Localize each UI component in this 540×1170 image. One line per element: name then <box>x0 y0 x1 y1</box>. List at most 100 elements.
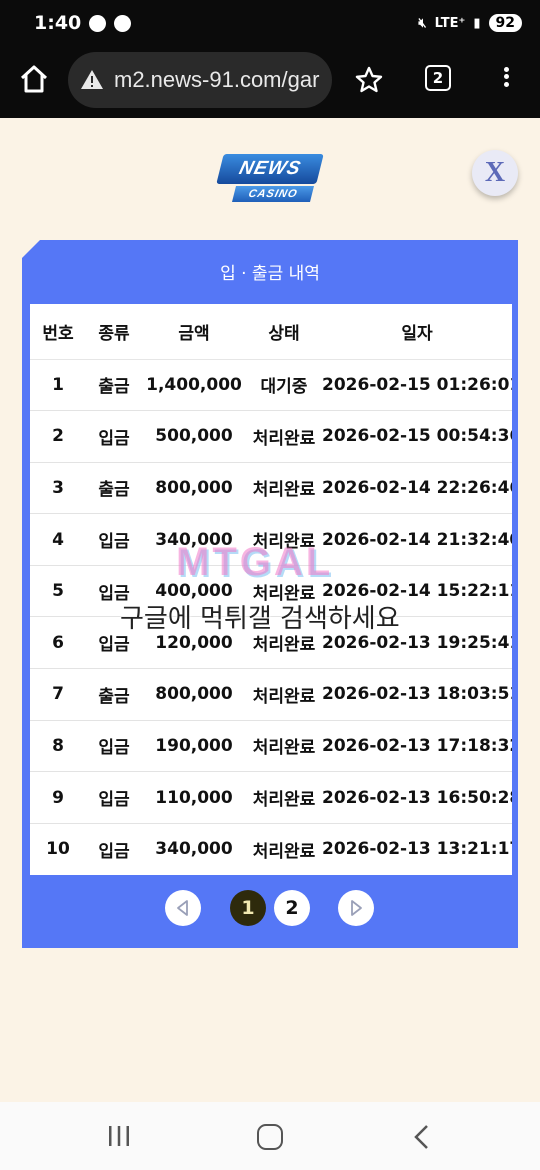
chevron-left-icon <box>177 900 188 916</box>
table-row: 6 입금 120,000 처리완료 2026-02-13 19:25:41 <box>30 616 512 670</box>
table-row: 3 출금 800,000 처리완료 2026-02-14 22:26:46 <box>30 462 512 515</box>
cell-type: 출금 <box>86 668 142 721</box>
cell-amount: 120,000 <box>142 616 246 670</box>
cell-status: 처리완료 <box>246 668 322 721</box>
cell-status: 처리완료 <box>246 410 322 463</box>
cell-number: 7 <box>30 668 86 721</box>
cell-type: 입금 <box>86 771 142 824</box>
cell-status: 처리완료 <box>252 841 316 862</box>
cell-number: 5 <box>30 565 86 618</box>
cell-amount: 500,000 <box>142 410 246 463</box>
status-time: 1:40 <box>34 12 82 34</box>
battery-level: 92 <box>488 14 522 32</box>
cell-amount: 800,000 <box>142 668 246 721</box>
system-nav-bar <box>0 1102 540 1170</box>
transaction-table-container: 번호 종류 금액 상태 일자 1 출금 1,400,000 대기중 2026-02-15… <box>30 304 512 875</box>
cell-date: 2026-02-14 22:26:46 <box>322 462 512 515</box>
column-header-date: 일자 <box>322 304 512 360</box>
cell-amount: 340,000 <box>142 513 246 566</box>
cell-type: 입금 <box>86 513 142 566</box>
next-page-button[interactable] <box>338 890 374 926</box>
mute-icon: 🔇︎ <box>418 15 427 31</box>
cell-type: 입금 <box>86 565 142 618</box>
pagination: 1 2 <box>22 890 518 930</box>
cell-date: 2026-02-13 16:50:28 <box>322 771 512 824</box>
cell-status: 처리완료 <box>246 462 322 515</box>
cell-date: 2026-02-14 15:22:11 <box>322 565 512 618</box>
table-row: 4 입금 340,000 처리완료 2026-02-14 21:32:40 <box>30 513 512 566</box>
cell-type: 입금 <box>98 841 130 862</box>
cell-date: 2026-02-13 17:18:32 <box>322 720 512 773</box>
cell-amount: 1,400,000 <box>142 359 246 412</box>
cell-number: 6 <box>30 616 86 670</box>
cell-date: 2026-02-14 21:32:40 <box>322 513 512 566</box>
cell-number: 2 <box>30 410 86 463</box>
close-button[interactable]: X <box>472 150 518 196</box>
cell-number: 10 <box>46 839 70 860</box>
column-header-amount: 금액 <box>142 304 246 360</box>
facebook-icon <box>89 14 107 32</box>
table-row: 10 입금 340,000 처리완료 2026-02-13 13:21:17 <box>30 823 512 875</box>
status-bar: 1:40 🔇︎ LTE⁺ ▮ 92 <box>0 0 540 46</box>
cell-amount: 110,000 <box>142 771 246 824</box>
cell-number: 1 <box>30 359 86 412</box>
table-row: 9 입금 110,000 처리완료 2026-02-13 16:50:28 <box>30 771 512 824</box>
table-row: 1 출금 1,400,000 대기중 2026-02-15 01:26:01 <box>30 359 512 412</box>
table-header-row: 번호 종류 금액 상태 일자 <box>30 304 512 360</box>
logo-line1: NEWS <box>216 154 324 184</box>
browser-toolbar: m2.news-91.com/gar 2 <box>0 46 540 118</box>
page-2-button[interactable]: 2 <box>274 890 310 926</box>
cell-number: 3 <box>30 462 86 515</box>
cell-date: 2026-02-13 19:25:41 <box>322 616 512 670</box>
cell-number: 8 <box>30 720 86 773</box>
signal-icon: ▮ <box>473 15 481 31</box>
network-type: LTE⁺ <box>434 15 466 31</box>
cell-status: 처리완료 <box>246 616 322 670</box>
bookmark-star-icon[interactable] <box>355 66 383 94</box>
cell-type: 입금 <box>86 410 142 463</box>
home-icon[interactable] <box>18 63 50 95</box>
status-indicators: 🔇︎ LTE⁺ ▮ 92 <box>418 14 522 32</box>
home-nav-icon[interactable] <box>257 1124 283 1150</box>
cell-status: 대기중 <box>246 359 322 412</box>
tab-switcher-button[interactable]: 2 <box>425 65 451 91</box>
prev-page-button[interactable] <box>165 890 201 926</box>
cell-number: 9 <box>30 771 86 824</box>
cell-type: 입금 <box>86 616 142 670</box>
transaction-history-panel: 입 · 출금 내역 번호 종류 금액 상태 일자 1 출금 1,400,000 대기중… <box>22 240 518 948</box>
cell-date: 2026-02-15 00:54:36 <box>322 410 512 463</box>
chevron-right-icon <box>351 900 362 916</box>
column-header-status: 상태 <box>246 304 322 360</box>
table-row: 2 입금 500,000 처리완료 2026-02-15 00:54:36 <box>30 410 512 463</box>
column-header-number: 번호 <box>30 304 86 360</box>
back-icon[interactable] <box>410 1124 434 1150</box>
cell-date: 2026-02-15 01:26:01 <box>322 359 512 412</box>
warning-icon[interactable] <box>80 68 104 92</box>
cell-status: 처리완료 <box>246 565 322 618</box>
cell-amount: 190,000 <box>142 720 246 773</box>
cell-status: 처리완료 <box>246 771 322 824</box>
cell-type: 입금 <box>86 720 142 773</box>
cell-number: 4 <box>30 513 86 566</box>
more-menu-icon[interactable] <box>498 64 514 96</box>
column-header-type: 종류 <box>86 304 142 360</box>
logo-line2: CASINO <box>232 186 314 202</box>
cell-type: 출금 <box>86 462 142 515</box>
cell-date: 2026-02-13 13:21:17 <box>322 839 512 860</box>
messenger-icon <box>114 14 132 32</box>
table-row: 8 입금 190,000 처리완료 2026-02-13 17:18:32 <box>30 720 512 773</box>
table-row: 7 출금 800,000 처리완료 2026-02-13 18:03:51 <box>30 668 512 721</box>
transaction-table: 번호 종류 금액 상태 일자 1 출금 1,400,000 대기중 2026-02-15… <box>30 304 512 875</box>
cell-type: 출금 <box>86 359 142 412</box>
cell-date: 2026-02-13 18:03:51 <box>322 668 512 721</box>
table-row: 5 입금 400,000 처리완료 2026-02-14 15:22:11 <box>30 565 512 618</box>
cell-amount: 400,000 <box>142 565 246 618</box>
address-bar[interactable]: m2.news-91.com/gar <box>68 52 332 108</box>
recent-apps-icon[interactable] <box>106 1124 132 1148</box>
cell-status: 처리완료 <box>246 720 322 773</box>
url-text[interactable]: m2.news-91.com/gar <box>114 67 319 93</box>
cell-amount: 340,000 <box>155 839 233 860</box>
page-1-button[interactable]: 1 <box>230 890 266 926</box>
cell-amount: 800,000 <box>142 462 246 515</box>
news-casino-logo: NEWS CASINO <box>216 150 326 210</box>
